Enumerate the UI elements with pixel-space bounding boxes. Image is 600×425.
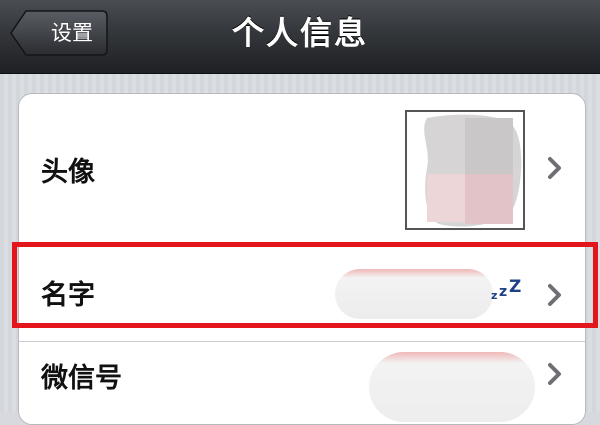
list-item-avatar[interactable]: 头像 [19,94,585,243]
avatar [405,110,525,230]
list-item-wechat-id[interactable]: 微信号 [19,342,585,424]
chevron-right-icon [548,157,561,179]
navigation-bar: 设置 个人信息 [0,0,600,74]
avatar-image [424,114,522,227]
page-title: 个人信息 [231,14,368,52]
wechat-id-label: 微信号 [41,363,122,394]
chevron-right-icon [548,363,561,385]
annotation-highlight-box [12,242,598,328]
avatar-label: 头像 [41,157,95,188]
